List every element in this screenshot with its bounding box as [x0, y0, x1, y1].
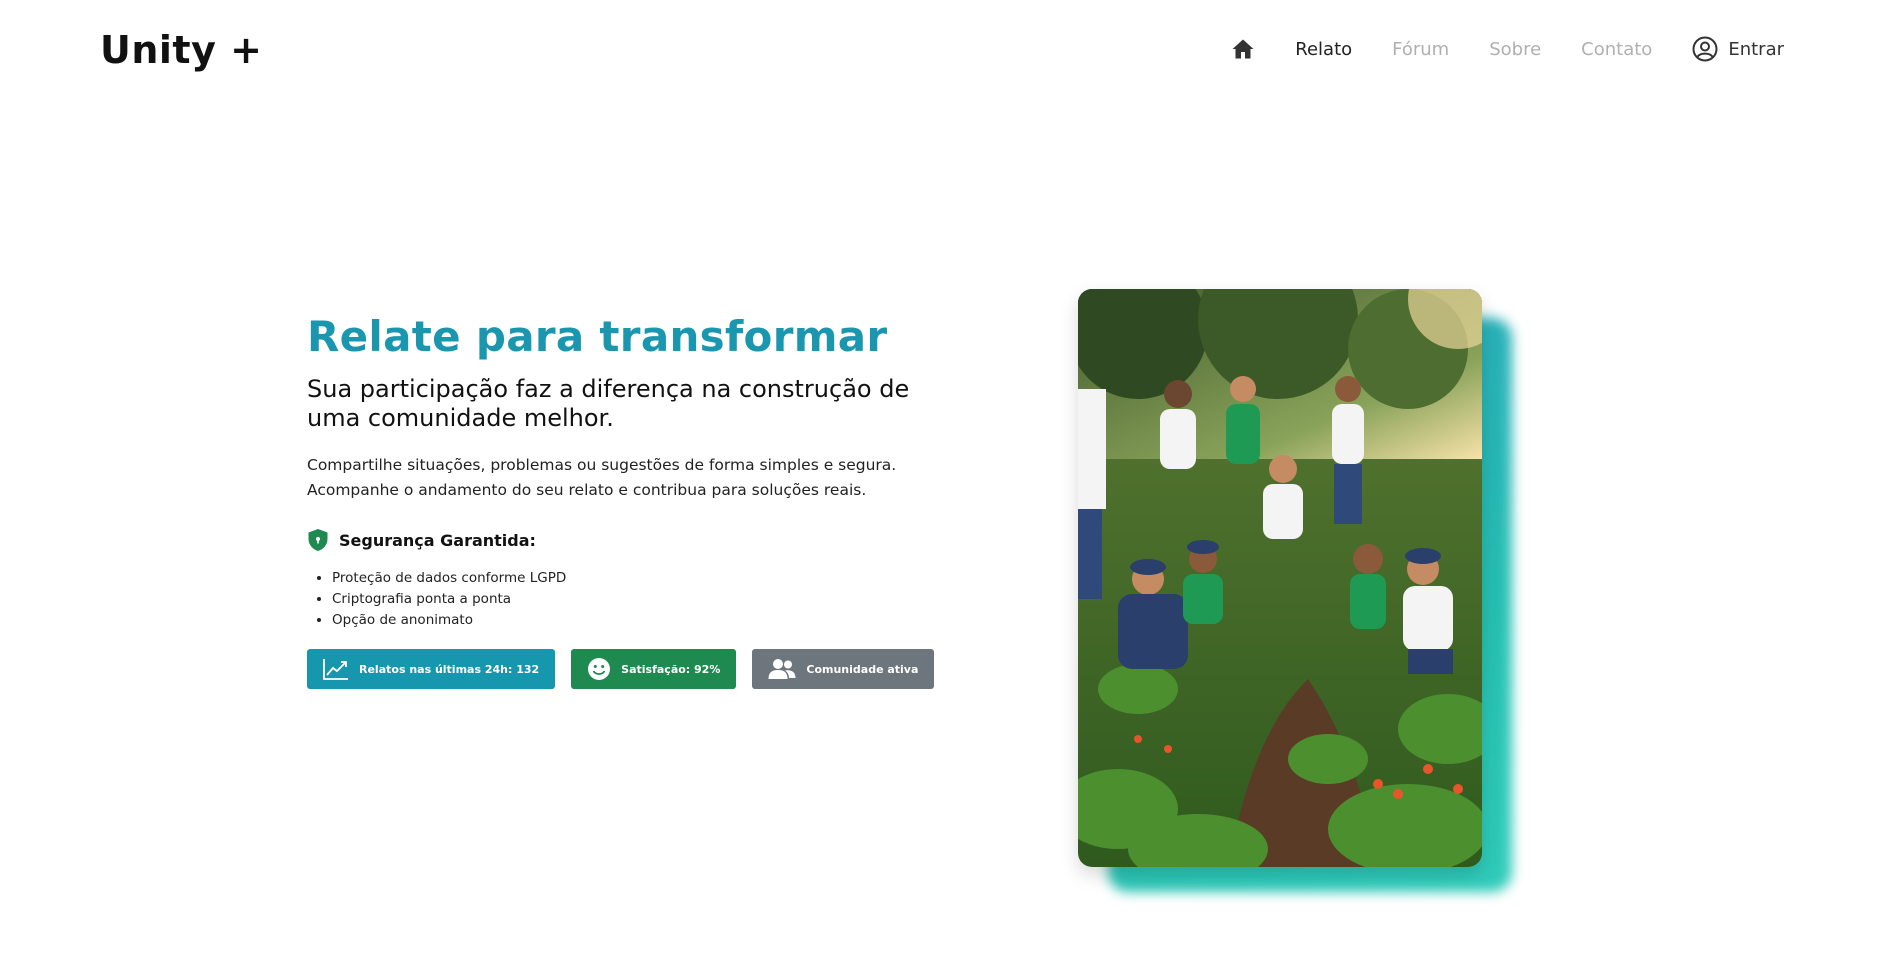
hero-content: Relate para transformar Sua participação…: [307, 312, 935, 689]
list-item: Opção de anonimato: [332, 610, 927, 631]
badge-label: Satisfação: 92%: [621, 662, 721, 676]
users-icon: [768, 659, 796, 679]
smile-icon: [588, 658, 611, 680]
home-icon[interactable]: [1231, 37, 1255, 61]
stats-badges: Relatos nas últimas 24h: 132 Satisfação:…: [307, 649, 935, 689]
badge-community[interactable]: Comunidade ativa: [752, 649, 935, 689]
badge-label: Relatos nas últimas 24h: 132: [359, 662, 540, 676]
trend-chart-icon: [323, 659, 348, 680]
brand-logo[interactable]: Unity +: [100, 28, 262, 72]
user-circle-icon: [1692, 36, 1718, 62]
nav-item-relato[interactable]: Relato: [1295, 39, 1352, 60]
list-item: Proteção de dados conforme LGPD: [332, 568, 927, 589]
security-heading-label: Segurança Garantida:: [339, 530, 536, 550]
list-item: Criptografia ponta a ponta: [332, 589, 927, 610]
hero-title: Relate para transformar: [307, 312, 888, 361]
security-heading: Segurança Garantida:: [307, 528, 927, 552]
garden-illustration: [1078, 289, 1482, 867]
main-nav: Relato Fórum Sobre Contato Entrar: [1231, 36, 1784, 62]
badge-label: Comunidade ativa: [806, 662, 919, 676]
nav-item-contato[interactable]: Contato: [1581, 39, 1652, 60]
nav-item-sobre[interactable]: Sobre: [1489, 39, 1541, 60]
community-garden-photo: [1078, 289, 1482, 867]
login-label: Entrar: [1728, 38, 1784, 60]
hero-subtitle: Sua participação faz a diferença na cons…: [307, 375, 910, 432]
navbar: Unity + Relato Fórum Sobre Contato Entra…: [0, 0, 1892, 100]
badge-reports-24h[interactable]: Relatos nas últimas 24h: 132: [307, 649, 556, 689]
badge-satisfaction[interactable]: Satisfação: 92%: [571, 649, 737, 689]
hero-description: Compartilhe situações, problemas ou suge…: [307, 456, 897, 499]
nav-item-forum[interactable]: Fórum: [1392, 39, 1449, 60]
security-list: Proteção de dados conforme LGPD Criptogr…: [307, 568, 927, 631]
shield-icon: [308, 529, 328, 551]
login-button[interactable]: Entrar: [1692, 36, 1784, 62]
